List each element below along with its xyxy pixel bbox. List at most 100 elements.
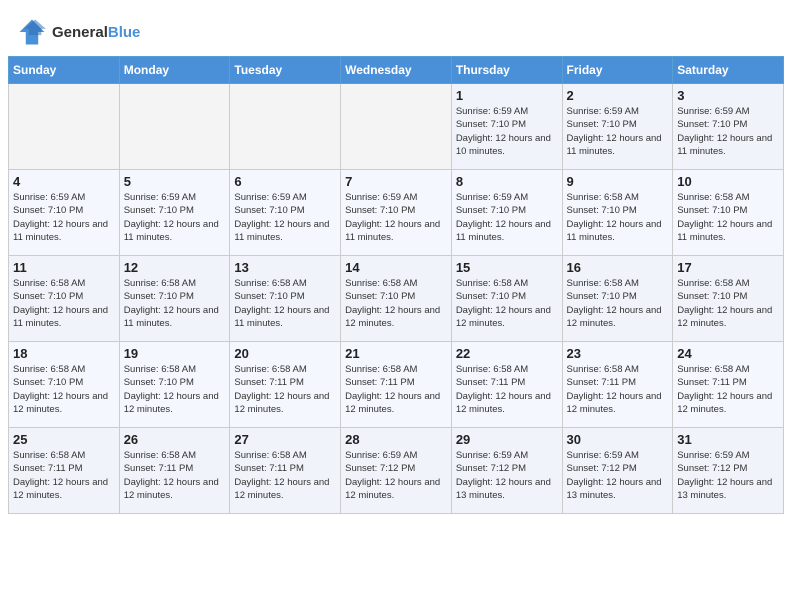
col-header-thursday: Thursday	[451, 57, 562, 84]
calendar-cell: 30 Sunrise: 6:59 AM Sunset: 7:12 PM Dayli…	[562, 428, 673, 514]
calendar-cell	[230, 84, 341, 170]
day-number: 31	[677, 432, 779, 447]
day-info: Sunrise: 6:59 AM Sunset: 7:10 PM Dayligh…	[456, 191, 558, 244]
day-info: Sunrise: 6:58 AM Sunset: 7:10 PM Dayligh…	[124, 363, 226, 416]
day-info: Sunrise: 6:58 AM Sunset: 7:11 PM Dayligh…	[234, 363, 336, 416]
day-number: 15	[456, 260, 558, 275]
calendar-cell: 10 Sunrise: 6:58 AM Sunset: 7:10 PM Dayli…	[673, 170, 784, 256]
logo-text: GeneralBlue	[52, 24, 140, 41]
day-number: 17	[677, 260, 779, 275]
calendar-cell	[119, 84, 230, 170]
day-info: Sunrise: 6:59 AM Sunset: 7:10 PM Dayligh…	[345, 191, 447, 244]
day-number: 12	[124, 260, 226, 275]
day-info: Sunrise: 6:58 AM Sunset: 7:11 PM Dayligh…	[13, 449, 115, 502]
calendar-cell: 15 Sunrise: 6:58 AM Sunset: 7:10 PM Dayli…	[451, 256, 562, 342]
day-number: 11	[13, 260, 115, 275]
calendar-table: SundayMondayTuesdayWednesdayThursdayFrid…	[8, 56, 784, 514]
calendar-cell: 8 Sunrise: 6:59 AM Sunset: 7:10 PM Daylig…	[451, 170, 562, 256]
day-number: 28	[345, 432, 447, 447]
calendar-cell: 22 Sunrise: 6:58 AM Sunset: 7:11 PM Dayli…	[451, 342, 562, 428]
day-info: Sunrise: 6:59 AM Sunset: 7:12 PM Dayligh…	[677, 449, 779, 502]
day-info: Sunrise: 6:58 AM Sunset: 7:11 PM Dayligh…	[234, 449, 336, 502]
col-header-sunday: Sunday	[9, 57, 120, 84]
day-number: 29	[456, 432, 558, 447]
day-info: Sunrise: 6:59 AM Sunset: 7:10 PM Dayligh…	[567, 105, 669, 158]
day-number: 1	[456, 88, 558, 103]
day-info: Sunrise: 6:59 AM Sunset: 7:12 PM Dayligh…	[567, 449, 669, 502]
day-info: Sunrise: 6:58 AM Sunset: 7:11 PM Dayligh…	[124, 449, 226, 502]
day-number: 9	[567, 174, 669, 189]
col-header-saturday: Saturday	[673, 57, 784, 84]
calendar-cell: 7 Sunrise: 6:59 AM Sunset: 7:10 PM Daylig…	[341, 170, 452, 256]
day-info: Sunrise: 6:59 AM Sunset: 7:10 PM Dayligh…	[124, 191, 226, 244]
calendar-week-row: 4Sunrise: 6:59 AM Sunset: 7:10 PM Daylig…	[9, 170, 784, 256]
calendar-cell: 31 Sunrise: 6:59 AM Sunset: 7:12 PM Dayli…	[673, 428, 784, 514]
calendar-cell: 28 Sunrise: 6:59 AM Sunset: 7:12 PM Dayli…	[341, 428, 452, 514]
day-number: 16	[567, 260, 669, 275]
day-number: 5	[124, 174, 226, 189]
day-info: Sunrise: 6:58 AM Sunset: 7:11 PM Dayligh…	[456, 363, 558, 416]
day-number: 10	[677, 174, 779, 189]
calendar-week-row: 1 Sunrise: 6:59 AM Sunset: 7:10 PM Daylig…	[9, 84, 784, 170]
day-info: Sunrise: 6:59 AM Sunset: 7:12 PM Dayligh…	[345, 449, 447, 502]
day-info: Sunrise: 6:58 AM Sunset: 7:10 PM Dayligh…	[13, 277, 115, 330]
calendar-cell: 16 Sunrise: 6:58 AM Sunset: 7:10 PM Dayli…	[562, 256, 673, 342]
calendar-cell: 21Sunrise: 6:58 AM Sunset: 7:11 PM Dayli…	[341, 342, 452, 428]
day-number: 8	[456, 174, 558, 189]
day-number: 25	[13, 432, 115, 447]
day-info: Sunrise: 6:58 AM Sunset: 7:11 PM Dayligh…	[677, 363, 779, 416]
day-number: 24	[677, 346, 779, 361]
calendar-cell: 23 Sunrise: 6:58 AM Sunset: 7:11 PM Dayli…	[562, 342, 673, 428]
calendar-week-row: 18 Sunrise: 6:58 AM Sunset: 7:10 PM Dayli…	[9, 342, 784, 428]
calendar-cell: 24 Sunrise: 6:58 AM Sunset: 7:11 PM Dayli…	[673, 342, 784, 428]
calendar-week-row: 11 Sunrise: 6:58 AM Sunset: 7:10 PM Dayli…	[9, 256, 784, 342]
day-number: 20	[234, 346, 336, 361]
day-number: 14	[345, 260, 447, 275]
day-info: Sunrise: 6:58 AM Sunset: 7:10 PM Dayligh…	[567, 191, 669, 244]
col-header-monday: Monday	[119, 57, 230, 84]
calendar-cell	[341, 84, 452, 170]
calendar-header-row: SundayMondayTuesdayWednesdayThursdayFrid…	[9, 57, 784, 84]
day-info: Sunrise: 6:58 AM Sunset: 7:10 PM Dayligh…	[677, 277, 779, 330]
day-info: Sunrise: 6:58 AM Sunset: 7:10 PM Dayligh…	[234, 277, 336, 330]
calendar-cell: 25 Sunrise: 6:58 AM Sunset: 7:11 PM Dayli…	[9, 428, 120, 514]
calendar-cell: 26 Sunrise: 6:58 AM Sunset: 7:11 PM Dayli…	[119, 428, 230, 514]
day-info: Sunrise: 6:58 AM Sunset: 7:10 PM Dayligh…	[456, 277, 558, 330]
day-number: 7	[345, 174, 447, 189]
calendar-cell: 9 Sunrise: 6:58 AM Sunset: 7:10 PM Daylig…	[562, 170, 673, 256]
day-number: 3	[677, 88, 779, 103]
calendar-cell: 27 Sunrise: 6:58 AM Sunset: 7:11 PM Dayli…	[230, 428, 341, 514]
calendar-cell: 4Sunrise: 6:59 AM Sunset: 7:10 PM Daylig…	[9, 170, 120, 256]
calendar-week-row: 25 Sunrise: 6:58 AM Sunset: 7:11 PM Dayli…	[9, 428, 784, 514]
day-info: Sunrise: 6:58 AM Sunset: 7:11 PM Dayligh…	[345, 363, 447, 416]
day-info: Sunrise: 6:58 AM Sunset: 7:10 PM Dayligh…	[677, 191, 779, 244]
col-header-tuesday: Tuesday	[230, 57, 341, 84]
calendar-cell: 11 Sunrise: 6:58 AM Sunset: 7:10 PM Dayli…	[9, 256, 120, 342]
calendar-cell: 29Sunrise: 6:59 AM Sunset: 7:12 PM Dayli…	[451, 428, 562, 514]
calendar-cell: 20 Sunrise: 6:58 AM Sunset: 7:11 PM Dayli…	[230, 342, 341, 428]
day-info: Sunrise: 6:58 AM Sunset: 7:11 PM Dayligh…	[567, 363, 669, 416]
day-number: 18	[13, 346, 115, 361]
col-header-friday: Friday	[562, 57, 673, 84]
day-info: Sunrise: 6:58 AM Sunset: 7:10 PM Dayligh…	[345, 277, 447, 330]
day-number: 30	[567, 432, 669, 447]
day-number: 23	[567, 346, 669, 361]
day-number: 19	[124, 346, 226, 361]
calendar-cell: 1Sunrise: 6:59 AM Sunset: 7:10 PM Daylig…	[451, 84, 562, 170]
calendar-cell: 18Sunrise: 6:58 AM Sunset: 7:10 PM Dayli…	[9, 342, 120, 428]
day-number: 6	[234, 174, 336, 189]
calendar-wrapper: SundayMondayTuesdayWednesdayThursdayFrid…	[0, 56, 792, 522]
day-number: 26	[124, 432, 226, 447]
day-number: 27	[234, 432, 336, 447]
calendar-cell: 17 Sunrise: 6:58 AM Sunset: 7:10 PM Dayli…	[673, 256, 784, 342]
logo-icon	[16, 18, 48, 46]
day-info: Sunrise: 6:58 AM Sunset: 7:10 PM Dayligh…	[567, 277, 669, 330]
calendar-cell: 5 Sunrise: 6:59 AM Sunset: 7:10 PM Daylig…	[119, 170, 230, 256]
day-number: 22	[456, 346, 558, 361]
day-number: 13	[234, 260, 336, 275]
calendar-cell: 2Sunrise: 6:59 AM Sunset: 7:10 PM Daylig…	[562, 84, 673, 170]
day-info: Sunrise: 6:59 AM Sunset: 7:10 PM Dayligh…	[677, 105, 779, 158]
day-info: Sunrise: 6:58 AM Sunset: 7:10 PM Dayligh…	[124, 277, 226, 330]
col-header-wednesday: Wednesday	[341, 57, 452, 84]
calendar-cell: 6Sunrise: 6:59 AM Sunset: 7:10 PM Daylig…	[230, 170, 341, 256]
